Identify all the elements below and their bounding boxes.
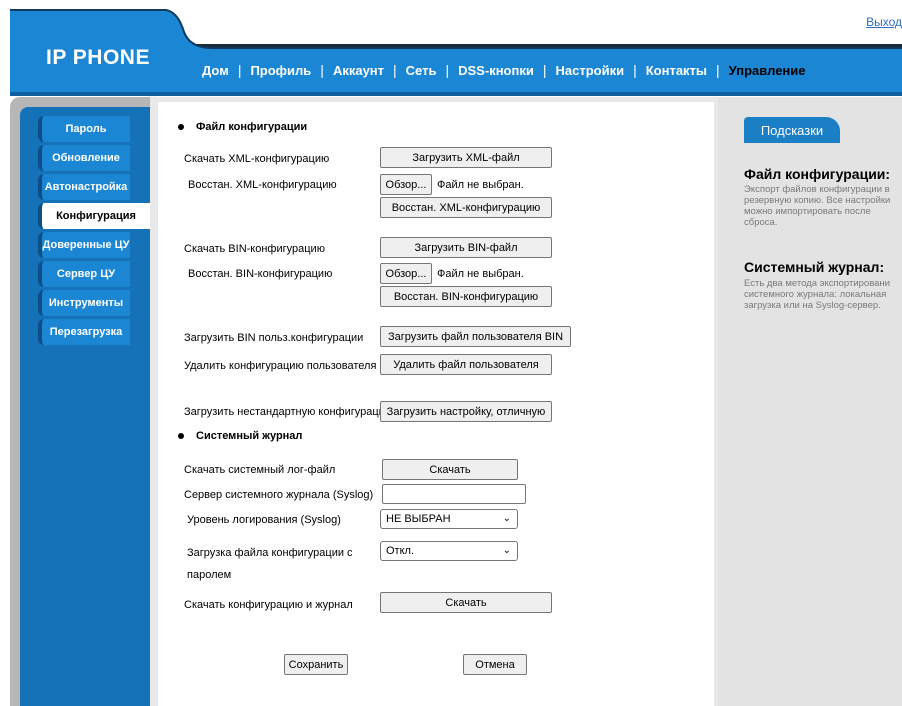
download-bin-button[interactable]: Загрузить BIN-файл <box>380 237 552 258</box>
nav-home[interactable]: Дом <box>202 63 229 78</box>
chevron-down-icon: ⌄ <box>502 513 511 524</box>
sidebar-item-tools[interactable]: Инструменты <box>38 290 130 316</box>
upload-custom-button[interactable]: Загрузить настройку, отличную <box>380 401 552 422</box>
hint-body-config: Экспорт файлов конфигурации в резервную … <box>744 184 891 228</box>
pwd-upload-label-cont: паролем <box>187 569 232 581</box>
pwd-upload-value: Откл. <box>386 545 415 557</box>
chevron-down-icon: ⌄ <box>502 545 511 556</box>
restore-bin-label: Восстан. BIN-конфигурацию <box>188 268 333 280</box>
restore-bin-button[interactable]: Восстан. BIN-конфигурацию <box>380 286 552 307</box>
top-nav: Дом | Профиль | Аккаунт | Сеть | DSS-кно… <box>202 58 806 82</box>
bullet-icon <box>178 433 184 439</box>
nav-contacts[interactable]: Контакты <box>646 63 707 78</box>
restore-xml-button[interactable]: Восстан. XML-конфигурацию <box>380 197 552 218</box>
section-title: Системный журнал <box>196 430 303 442</box>
log-level-select[interactable]: НЕ ВЫБРАН ⌄ <box>380 509 518 529</box>
nav-dss-keys[interactable]: DSS-кнопки <box>458 63 534 78</box>
sidebar-item-reboot[interactable]: Перезагрузка <box>38 319 130 345</box>
download-all-button[interactable]: Скачать <box>380 592 552 613</box>
download-all-label: Скачать конфигурацию и журнал <box>184 599 353 611</box>
bin-file-status: Файл не выбран. <box>437 268 524 280</box>
restore-xml-label: Восстан. XML-конфигурацию <box>188 179 337 191</box>
hints-tab: Подсказки <box>744 117 840 143</box>
sidebar-item-server-ca[interactable]: Сервер ЦУ <box>38 261 130 287</box>
nav-network[interactable]: Сеть <box>406 63 437 78</box>
cancel-button[interactable]: Отмена <box>463 654 527 675</box>
pwd-upload-select[interactable]: Откл. ⌄ <box>380 541 518 561</box>
sidebar-item-update[interactable]: Обновление <box>38 145 130 171</box>
log-level-label: Уровень логирования (Syslog) <box>187 514 341 526</box>
logout-link[interactable]: Выход <box>866 15 902 29</box>
upload-custom-label: Загрузить нестандартную конфигурацию <box>184 406 394 418</box>
upload-user-bin-label: Загрузить BIN польз.конфигурации <box>184 332 364 344</box>
download-bin-label: Скачать BIN-конфигурацию <box>184 243 325 255</box>
delete-user-label: Удалить конфигурацию пользователя <box>184 360 377 372</box>
nav-separator: | <box>320 62 324 78</box>
section-config-file: Файл конфигурации <box>178 121 307 133</box>
log-level-value: НЕ ВЫБРАН <box>386 513 451 525</box>
section-syslog: Системный журнал <box>178 430 302 442</box>
sidebar-item-autoprovision[interactable]: Автонастройка <box>38 174 130 200</box>
nav-separator: | <box>445 62 450 78</box>
upload-user-bin-button[interactable]: Загрузить файл пользователя BIN <box>380 326 571 347</box>
pwd-upload-label: Загрузка файла конфигурации с <box>187 547 353 559</box>
download-log-label: Скачать системный лог-файл <box>184 464 336 476</box>
section-title: Файл конфигурации <box>196 121 308 133</box>
sidebar-item-password[interactable]: Пароль <box>38 116 130 142</box>
hint-title-config: Файл конфигурации: <box>744 166 891 182</box>
download-xml-label: Скачать XML-конфигурацию <box>184 153 330 165</box>
browse-xml-button[interactable]: Обзор... <box>380 174 432 195</box>
syslog-server-input[interactable] <box>382 484 526 504</box>
save-button[interactable]: Сохранить <box>284 654 348 675</box>
download-log-button[interactable]: Скачать <box>382 459 518 480</box>
hint-body-syslog: Есть два метода экспортировани системног… <box>744 278 890 311</box>
bullet-icon <box>178 124 184 130</box>
nav-settings[interactable]: Настройки <box>555 63 624 78</box>
nav-separator: | <box>542 62 547 78</box>
nav-profile[interactable]: Профиль <box>250 63 311 78</box>
browse-bin-button[interactable]: Обзор... <box>380 263 432 284</box>
nav-account[interactable]: Аккаунт <box>333 63 384 78</box>
syslog-server-label: Сервер системного журнала (Syslog) <box>184 489 374 501</box>
nav-separator: | <box>633 62 637 78</box>
brand-logo: IP PHONE <box>46 46 150 69</box>
sidebar-item-trusted-ca[interactable]: Доверенные ЦУ <box>38 232 130 258</box>
delete-user-button[interactable]: Удалить файл пользователя <box>380 354 552 375</box>
nav-management[interactable]: Управление <box>729 63 806 78</box>
nav-separator: | <box>237 62 242 78</box>
nav-separator: | <box>716 62 720 78</box>
nav-separator: | <box>393 62 397 78</box>
hint-title-syslog: Системный журнал: <box>744 259 885 275</box>
xml-file-status: Файл не выбран. <box>437 179 524 191</box>
download-xml-button[interactable]: Загрузить XML-файл <box>380 147 552 168</box>
sidebar-item-configuration[interactable]: Конфигурация <box>38 203 150 229</box>
